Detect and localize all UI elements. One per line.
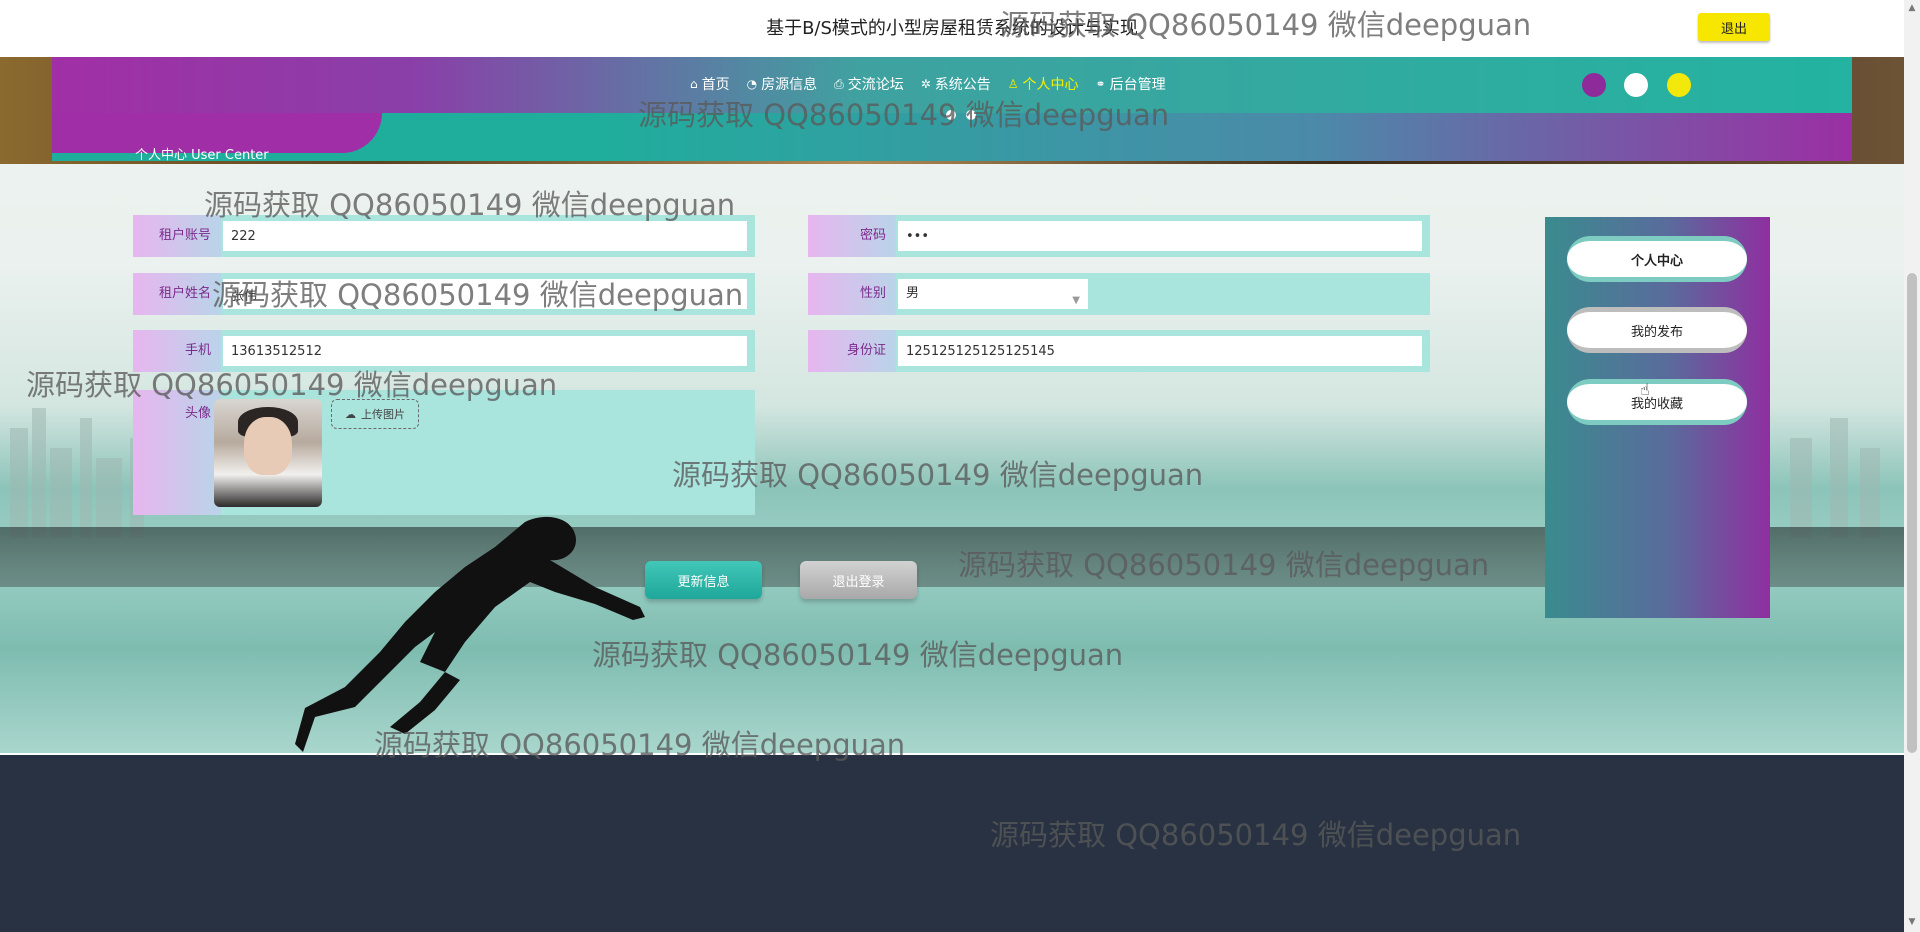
idcard-label: 身份证 — [808, 330, 896, 372]
password-field: 密码 — [808, 215, 1430, 257]
cloud-upload-icon: ☁ — [345, 408, 356, 421]
gender-label: 性别 — [808, 273, 896, 315]
nav-item-admin[interactable]: ⚭ 后台管理 — [1096, 74, 1166, 94]
nav-item-home[interactable]: ⌂ 首页 — [690, 74, 730, 94]
avatar-label: 头像 — [133, 390, 221, 515]
theme-purple-button[interactable] — [1582, 73, 1606, 97]
link-icon: ⚭ — [1095, 77, 1106, 91]
watermark-text: 源码获取 QQ86050149 微信deepguan — [638, 98, 1170, 132]
nav-item-forum[interactable]: ⎙ 交流论坛 — [834, 74, 904, 94]
gender-select[interactable]: 男 ▼ — [898, 279, 1088, 309]
gender-field: 性别 男 ▼ — [808, 273, 1430, 315]
logout-button[interactable]: 退出登录 — [800, 561, 917, 599]
sidebar-item-user-center[interactable]: 个人中心 — [1567, 236, 1747, 282]
watermark-text: 源码获取 QQ86050149 微信deepguan — [592, 638, 1124, 672]
nav-item-listings[interactable]: ◔ 房源信息 — [747, 74, 817, 94]
user-icon: ♙ — [1007, 77, 1019, 91]
hand-cursor-icon: ☝ — [1640, 380, 1650, 399]
watermark-text: 源码获取 QQ86050149 微信deepguan — [990, 818, 1522, 852]
upload-label: 上传图片 — [361, 409, 405, 421]
sidebar-item-my-posts[interactable]: 我的发布 — [1567, 307, 1747, 353]
avatar — [214, 399, 322, 507]
password-input[interactable] — [898, 221, 1422, 251]
nav-item-label: 首页 — [701, 77, 730, 93]
scroll-up-arrow-icon[interactable]: ▲ — [1907, 3, 1917, 13]
sidebar-item-my-favorites[interactable]: 我的收藏 — [1567, 379, 1747, 425]
gender-value: 男 — [906, 286, 920, 301]
nav-item-label: 个人中心 — [1022, 77, 1079, 93]
printer-icon: ⎙ — [834, 76, 844, 91]
watermark-text: 源码获取 QQ86050149 微信deepguan — [958, 548, 1490, 582]
nav-item-announcements[interactable]: ✲ 系统公告 — [921, 74, 991, 94]
name-label: 租户姓名 — [133, 273, 221, 315]
watermark-text: 源码获取 QQ86050149 微信deepguan — [374, 728, 906, 762]
top-logout-button[interactable]: 退出 — [1698, 13, 1770, 41]
scroll-down-arrow-icon[interactable]: ▼ — [1907, 917, 1917, 927]
theme-white-button[interactable] — [1624, 73, 1648, 97]
gear-icon: ✲ — [920, 77, 931, 91]
nav-item-user-center[interactable]: ♙ 个人中心 — [1008, 74, 1079, 94]
idcard-input[interactable] — [898, 336, 1422, 366]
watermark-text: 源码获取 QQ86050149 微信deepguan — [204, 188, 736, 222]
chevron-down-icon: ▼ — [1072, 295, 1080, 306]
watermark-text: 源码获取 QQ86050149 微信deepguan — [1000, 8, 1532, 42]
avatar-face — [244, 417, 292, 475]
password-label: 密码 — [808, 215, 896, 257]
nav-menu: ⌂ 首页 ◔ 房源信息 ⎙ 交流论坛 ✲ 系统公告 ♙ 个人中心 ⚭ 后台管理 — [690, 74, 1183, 94]
nav-item-label: 后台管理 — [1109, 77, 1166, 93]
scrollbar-thumb[interactable] — [1907, 273, 1917, 753]
gauge-icon: ◔ — [746, 77, 758, 91]
update-info-button[interactable]: 更新信息 — [645, 561, 762, 599]
idcard-field: 身份证 — [808, 330, 1430, 372]
watermark-text: 源码获取 QQ86050149 微信deepguan — [212, 278, 744, 312]
section-label: 个人中心 User Center — [135, 148, 269, 163]
nav-item-label: 交流论坛 — [847, 77, 904, 93]
top-bar: 基于B/S模式的小型房屋租赁系统的设计与实现 退出 — [0, 0, 1904, 57]
footer — [0, 755, 1904, 932]
site-title: 基于B/S模式的小型房屋租赁系统的设计与实现 — [766, 18, 1138, 39]
nav-item-label: 系统公告 — [934, 77, 991, 93]
nav-item-label: 房源信息 — [761, 77, 818, 93]
account-input[interactable] — [223, 221, 747, 251]
watermark-text: 源码获取 QQ86050149 微信deepguan — [672, 458, 1204, 492]
watermark-text: 源码获取 QQ86050149 微信deepguan — [26, 368, 558, 402]
theme-yellow-button[interactable] — [1667, 73, 1691, 97]
home-icon: ⌂ — [690, 77, 698, 91]
